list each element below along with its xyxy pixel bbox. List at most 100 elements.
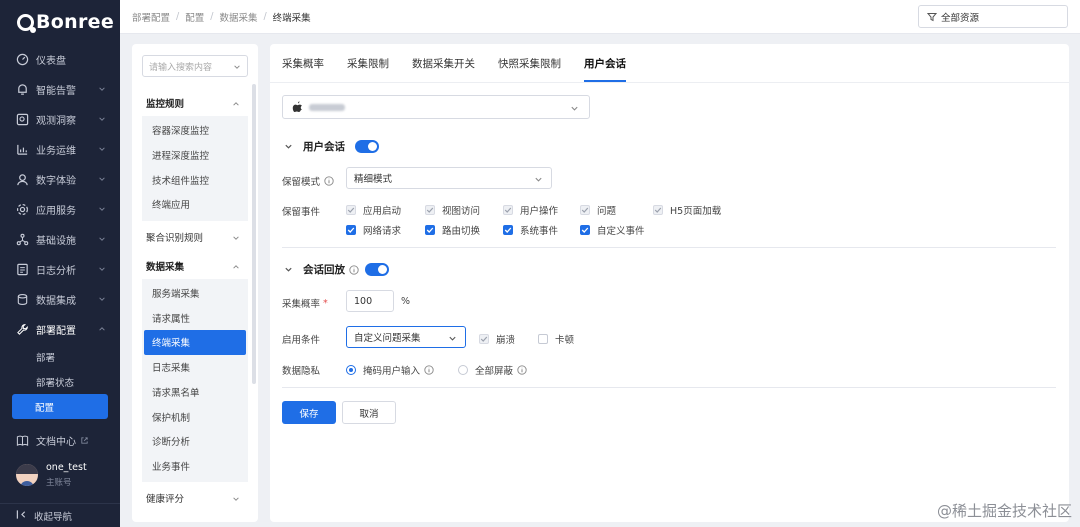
tab-user-session[interactable]: 用户会话 xyxy=(584,44,626,82)
nav-item-deploy-config[interactable]: 部署配置 xyxy=(0,314,120,344)
checkbox-icon xyxy=(346,205,356,215)
checkbox-user-action[interactable]: 用户操作 xyxy=(503,203,558,217)
checkbox-lag[interactable]: 卡顿 xyxy=(538,332,574,346)
info-icon[interactable] xyxy=(349,264,359,275)
checkbox-issue[interactable]: 问题 xyxy=(580,203,616,217)
menu-item[interactable]: 进程深度监控 xyxy=(142,143,248,168)
tab-sampling-rate[interactable]: 采集概率 xyxy=(282,44,324,82)
radio-mask-input[interactable]: 掩码用户输入 xyxy=(346,363,434,377)
insight-icon xyxy=(16,113,29,126)
user-session-toggle[interactable] xyxy=(355,140,379,153)
menu-item-terminal-collection[interactable]: 终端采集 xyxy=(144,330,246,355)
nav-item-insight[interactable]: 观测洞察 xyxy=(0,104,120,134)
menu-search-input[interactable]: 请输入搜索内容 xyxy=(142,55,248,77)
watermark-text: @稀土掘金技术社区 xyxy=(936,502,1072,520)
menu-item[interactable]: 请求属性 xyxy=(142,305,248,330)
config-menu-panel: 请输入搜索内容 监控规则 容器深度监控 进程深度监控 技术组件监控 终端应用 聚… xyxy=(132,44,258,522)
nav-sub-deploy[interactable]: 部署 xyxy=(0,344,120,369)
menu-item[interactable]: 技术组件监控 xyxy=(142,167,248,192)
checkbox-app-start[interactable]: 应用启动 xyxy=(346,203,401,217)
nav-item-infrastructure[interactable]: 基础设施 xyxy=(0,224,120,254)
tab-data-switch[interactable]: 数据采集开关 xyxy=(412,44,475,82)
nav-item-alarm[interactable]: 智能告警 xyxy=(0,74,120,104)
menu-group-data-collection[interactable]: 数据采集 xyxy=(142,253,248,279)
chevron-up-icon xyxy=(233,102,239,106)
menu-item[interactable]: 请求黑名单 xyxy=(142,380,248,405)
menu-group-items: 服务端采集 请求属性 终端采集 日志采集 请求黑名单 保护机制 诊断分析 业务事… xyxy=(142,278,248,483)
menu-item[interactable]: 服务端采集 xyxy=(142,281,248,306)
bonree-logo[interactable]: Bonree xyxy=(0,0,120,44)
alarm-icon xyxy=(16,83,29,96)
nav-item-dashboard[interactable]: 仪表盘 xyxy=(0,44,120,74)
nav-item-doc-center[interactable]: 文档中心 xyxy=(0,425,120,455)
breadcrumb-item[interactable]: 部署配置 xyxy=(132,10,170,24)
menu-item[interactable]: 业务事件 xyxy=(142,454,248,479)
collapse-icon xyxy=(16,509,27,523)
menu-item[interactable]: 保护机制 xyxy=(142,404,248,429)
chevron-down-icon xyxy=(99,267,105,271)
avatar xyxy=(16,464,38,486)
info-icon[interactable] xyxy=(517,365,527,375)
checkbox-h5-page-load[interactable]: H5页面加载 xyxy=(653,203,721,217)
top-bar: 部署配置 / 配置 / 数据采集 / 终端采集 全部资源 xyxy=(120,0,1080,34)
cancel-button[interactable]: 取消 xyxy=(342,401,396,424)
chevron-down-icon[interactable] xyxy=(284,265,293,274)
info-icon[interactable] xyxy=(424,365,434,375)
nav-item-log[interactable]: 日志分析 xyxy=(0,254,120,284)
nav-item-data-integration[interactable]: 数据集成 xyxy=(0,284,120,314)
tab-bar: 采集概率 采集限制 数据采集开关 快照采集限制 用户会话 xyxy=(282,44,649,82)
menu-item[interactable]: 日志采集 xyxy=(142,355,248,380)
data-privacy-label: 数据隐私 xyxy=(282,366,321,377)
breadcrumb-current: 终端采集 xyxy=(272,12,311,24)
checkbox-custom-event[interactable]: 自定义事件 xyxy=(580,223,645,237)
chevron-up-icon xyxy=(233,264,239,269)
menu-group-aggregation-rules[interactable]: 聚合识别规则 xyxy=(142,224,248,250)
nav-label: 业务运维 xyxy=(36,145,76,157)
chevron-down-icon xyxy=(99,87,105,91)
tab-snapshot-limit[interactable]: 快照采集限制 xyxy=(498,44,561,82)
session-replay-toggle[interactable] xyxy=(365,263,389,276)
breadcrumb-item[interactable]: 配置 xyxy=(185,10,204,24)
enable-condition-label: 启用条件 xyxy=(282,335,321,346)
collapse-navigation-button[interactable]: 收起导航 xyxy=(0,503,120,527)
radio-block-all[interactable]: 全部屏蔽 xyxy=(458,363,527,377)
checkbox-route-switch[interactable]: 路由切换 xyxy=(425,223,480,237)
nav-sub-deploy-status[interactable]: 部署状态 xyxy=(0,369,120,394)
nav-sub-config[interactable]: 配置 xyxy=(12,394,108,419)
nav-item-experience[interactable]: 数字体验 xyxy=(0,164,120,194)
nav-label: 智能告警 xyxy=(36,85,76,97)
breadcrumb-item[interactable]: 数据采集 xyxy=(219,10,257,24)
enable-condition-select[interactable]: 自定义问题采集 xyxy=(346,326,466,348)
chevron-down-icon[interactable] xyxy=(284,142,293,151)
tab-collection-limit[interactable]: 采集限制 xyxy=(347,44,389,82)
checkbox-icon xyxy=(653,205,663,215)
radio-icon xyxy=(458,365,468,375)
checkbox-icon xyxy=(580,205,590,215)
user-profile[interactable]: one_test 主账号 xyxy=(0,455,120,495)
chevron-down-icon xyxy=(99,147,105,151)
checkbox-network-request[interactable]: 网络请求 xyxy=(346,223,401,237)
retain-events-label: 保留事件 xyxy=(282,207,321,218)
menu-group-health-score[interactable]: 健康评分 xyxy=(142,485,248,511)
nav-item-app-service[interactable]: 应用服务 xyxy=(0,194,120,224)
filter-icon xyxy=(927,12,937,21)
menu-item[interactable]: 终端应用 xyxy=(142,192,248,217)
nav-item-business[interactable]: 业务运维 xyxy=(0,134,120,164)
checkbox-view-visit[interactable]: 视图访问 xyxy=(425,203,480,217)
resource-filter-select[interactable]: 全部资源 xyxy=(918,5,1068,28)
menu-item[interactable]: 容器深度监控 xyxy=(142,118,248,143)
menu-group-monitor-rules[interactable]: 监控规则 xyxy=(142,90,248,116)
sampling-rate-input[interactable]: 100 xyxy=(346,290,394,312)
retain-mode-select[interactable]: 精细模式 xyxy=(346,167,552,189)
checkbox-crash[interactable]: 崩溃 xyxy=(479,332,515,346)
resource-filter-value: 全部资源 xyxy=(941,12,980,24)
info-icon[interactable] xyxy=(324,176,334,186)
external-link-icon xyxy=(81,436,88,444)
menu-item[interactable]: 诊断分析 xyxy=(142,429,248,454)
chevron-down-icon xyxy=(99,207,105,211)
save-button[interactable]: 保存 xyxy=(282,401,336,424)
checkbox-system-event[interactable]: 系统事件 xyxy=(503,223,558,237)
app-select[interactable] xyxy=(282,95,590,119)
menu-group-label: 监控规则 xyxy=(146,99,185,110)
menu-scrollbar[interactable] xyxy=(252,84,256,384)
